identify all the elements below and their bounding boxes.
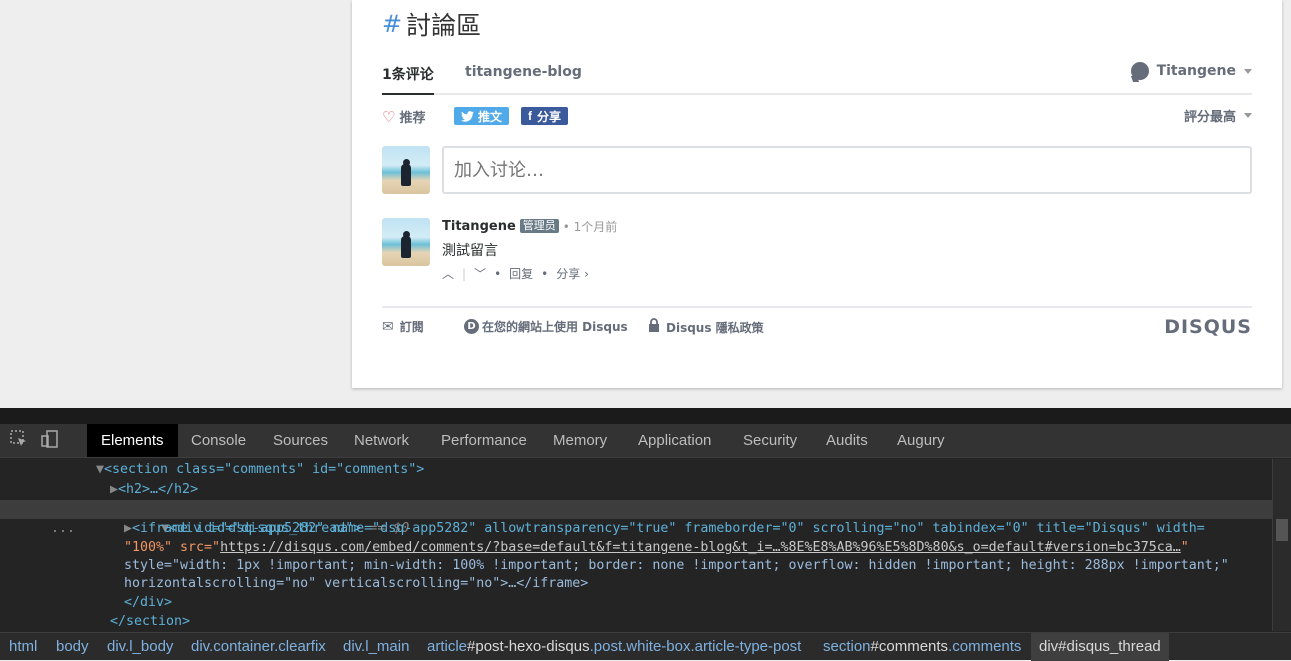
comment-input[interactable] xyxy=(442,146,1252,194)
comment-meta: Titangene 管理员 • 1个月前 xyxy=(442,218,1242,234)
comment-body: 測試留言 xyxy=(442,243,498,259)
upvote-icon[interactable]: ︿ xyxy=(442,265,454,282)
tweet-button[interactable]: 推文 xyxy=(454,107,510,125)
tab-elements[interactable]: Elements xyxy=(87,424,178,457)
twitter-icon xyxy=(461,110,474,122)
subscribe-link[interactable]: ✉ 訂閱 xyxy=(382,318,424,335)
tab-application[interactable]: Application xyxy=(638,424,711,457)
inspect-element-icon[interactable] xyxy=(10,430,28,452)
dom-node-iframe-src[interactable]: "100%" src="https://disqus.com/embed/com… xyxy=(124,538,1189,557)
facebook-icon: f xyxy=(528,109,532,123)
privacy-label: Disqus 隱私政策 xyxy=(666,320,764,335)
reply-link[interactable]: 回复 xyxy=(509,265,533,282)
dom-node-iframe[interactable]: ▶<iframe id="dsq-app5282" name="dsq-app5… xyxy=(124,519,1205,538)
disqus-d-icon: D xyxy=(464,319,479,334)
dom-node-section-close: </section> xyxy=(110,614,191,629)
tab-comments-count[interactable]: 1条评论 xyxy=(382,64,434,95)
page-area: # 討論區 1条评论 titangene-blog Titangene ♡ 推荐… xyxy=(0,0,1291,408)
disqus-card: # 討論區 1条评论 titangene-blog Titangene ♡ 推荐… xyxy=(352,0,1282,388)
tab-community[interactable]: titangene-blog xyxy=(465,64,582,80)
separator-dot: • xyxy=(541,266,549,281)
tab-network[interactable]: Network xyxy=(354,424,409,457)
dom-node-h2[interactable]: ▶<h2>…</h2> xyxy=(110,480,198,499)
sort-label: 評分最高 xyxy=(1183,110,1236,125)
username: Titangene xyxy=(1156,63,1236,79)
dom-node-selected[interactable]: ... ▼<div id="disqus_thread"> == $0 xyxy=(0,500,1272,536)
dom-node-iframe-attrs: horizontalscrolling="no" verticalscrolli… xyxy=(124,576,589,591)
disqus-logo[interactable]: DISQUS xyxy=(1164,316,1252,338)
chevron-down-icon xyxy=(1244,68,1252,74)
thread-actions: ♡ 推荐 推文 f 分享 評分最高 xyxy=(382,106,1252,128)
crumb-section[interactable]: section#comments.comments xyxy=(823,633,1021,661)
device-toolbar-icon[interactable] xyxy=(40,430,60,452)
downvote-icon[interactable]: ﹀ xyxy=(474,265,486,282)
user-menu[interactable]: Titangene xyxy=(1130,62,1252,80)
crumb-disqus-thread[interactable]: div#disqus_thread xyxy=(1031,633,1169,661)
facebook-share-button[interactable]: f 分享 xyxy=(521,107,569,125)
discussion-heading: # 討論區 xyxy=(382,6,481,42)
tab-console[interactable]: Console xyxy=(191,424,246,457)
tab-security[interactable]: Security xyxy=(743,424,797,457)
separator-dot: • xyxy=(494,266,502,281)
avatar[interactable] xyxy=(382,146,430,194)
lock-icon xyxy=(648,318,660,336)
comment-timestamp[interactable]: • 1个月前 xyxy=(563,218,618,235)
disqus-tabs: 1条评论 titangene-blog Titangene xyxy=(382,58,1252,95)
recommend-label: 推荐 xyxy=(399,111,426,126)
devtools-panel: Elements Console Sources Network Perform… xyxy=(0,408,1291,661)
scrollbar-thumb[interactable] xyxy=(1276,519,1288,541)
tab-memory[interactable]: Memory xyxy=(553,424,607,457)
hash-icon: # xyxy=(382,10,403,38)
dom-node-iframe-style: style="width: 1px !important; min-width:… xyxy=(124,558,1229,573)
iframe-src-link[interactable]: https://disqus.com/embed/comments/?base=… xyxy=(220,540,1181,555)
devtools-tabbar: Elements Console Sources Network Perform… xyxy=(0,424,1291,458)
tab-performance[interactable]: Performance xyxy=(441,424,527,457)
tab-audits[interactable]: Audits xyxy=(826,424,868,457)
page-title: 討論區 xyxy=(406,11,482,40)
crumb-l-main[interactable]: div.l_main xyxy=(343,633,409,661)
subscribe-label: 訂閱 xyxy=(399,320,424,334)
devtools-tools xyxy=(10,430,60,452)
privacy-link[interactable]: Disqus 隱私政策 xyxy=(648,318,764,336)
comment-author[interactable]: Titangene xyxy=(442,219,516,234)
dom-node-section[interactable]: ▼<section class="comments" id="comments"… xyxy=(96,460,424,479)
comment-author-avatar[interactable] xyxy=(382,218,430,266)
elements-scrollbar[interactable] xyxy=(1272,459,1291,631)
elements-tree[interactable]: ▼<section class="comments" id="comments"… xyxy=(0,459,1291,631)
use-disqus-label: 在您的網站上使用 Disqus xyxy=(482,320,628,334)
comment-controls: ︿ | ﹀ • 回复 • 分享 › xyxy=(442,265,1242,282)
tweet-label: 推文 xyxy=(478,109,503,124)
sort-dropdown[interactable]: 評分最高 xyxy=(1184,106,1252,125)
share-label: 分享 xyxy=(537,109,562,124)
heart-icon: ♡ xyxy=(382,107,396,126)
moderator-badge: 管理员 xyxy=(519,219,559,233)
breadcrumb: html body div.l_body div.container.clear… xyxy=(0,632,1291,661)
tab-augury[interactable]: Augury xyxy=(897,424,945,457)
tab-sources[interactable]: Sources xyxy=(273,424,328,457)
crumb-body[interactable]: body xyxy=(56,633,89,661)
crumb-article[interactable]: article#post-hexo-disqus.post.white-box.… xyxy=(427,633,801,661)
comment-share-link[interactable]: 分享 › xyxy=(556,265,589,282)
envelope-icon: ✉ xyxy=(382,318,394,335)
chevron-down-icon xyxy=(1244,113,1252,118)
crumb-html[interactable]: html xyxy=(9,633,37,661)
recommend-button[interactable]: ♡ 推荐 xyxy=(382,107,426,127)
crumb-l-body[interactable]: div.l_body xyxy=(107,633,173,661)
divider: | xyxy=(462,266,467,281)
use-disqus-link[interactable]: D 在您的網站上使用 Disqus xyxy=(464,318,628,335)
crumb-container[interactable]: div.container.clearfix xyxy=(191,633,326,661)
chat-bubble-icon xyxy=(1130,62,1149,80)
devtools-resize-handle[interactable] xyxy=(0,408,1291,424)
comment-post: Titangene 管理员 • 1个月前 測試留言 ︿ | ﹀ • 回复 • 分… xyxy=(442,218,1242,282)
dom-node-div-close: </div> xyxy=(124,595,173,610)
disqus-footer: ✉ 訂閱 D 在您的網站上使用 Disqus Disqus 隱私政策 DISQU… xyxy=(382,306,1252,346)
